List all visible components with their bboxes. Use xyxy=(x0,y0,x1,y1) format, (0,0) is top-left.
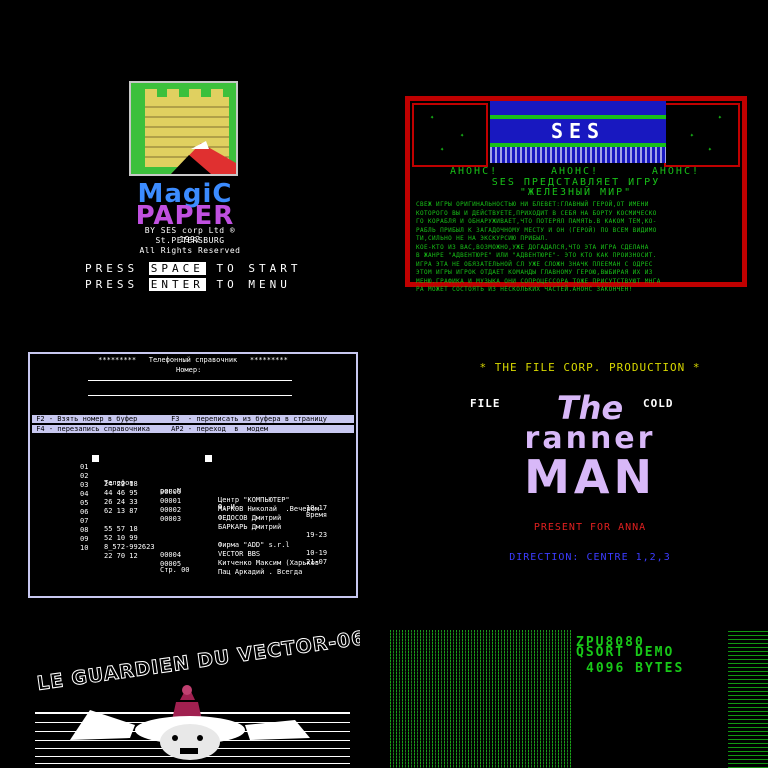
cursor-block xyxy=(92,455,99,462)
ses-title: SES xyxy=(550,119,606,143)
anons-label: АНОНС! xyxy=(651,166,700,177)
table-row[interactable]: 09 8_572-992623 00004 Китченко Максим (Х… xyxy=(80,527,356,567)
right-stars-box xyxy=(664,103,740,167)
start-label: TO START xyxy=(216,262,302,275)
body-line: МЕНЮ.ГРАФИКА И МУЗЫКА ОНИ СОПРОЦЕССОРА Т… xyxy=(416,277,661,285)
body-line: РА МОЖЕТ СОСТОЯТЬ ИЗ НЕСКОЛЬКИХ ЧАСТЕЙ.А… xyxy=(416,286,633,293)
anons-label: АНОНС! xyxy=(550,166,600,177)
star-icon: ✦ xyxy=(430,113,435,121)
size-label: 4096 BYTES xyxy=(586,661,685,676)
sort-visualization-overlay xyxy=(390,630,572,768)
table-row[interactable]: 01 Телефон рег.N Ф. И. Время xyxy=(80,455,356,519)
dragon-icon xyxy=(70,710,310,760)
menu-options[interactable]: PRESS ENTER TO MENU xyxy=(85,278,291,291)
rider-icon xyxy=(172,685,202,720)
table-row[interactable]: 02 24 22 18 00000 Центр "КОМПЬЮТЕР" 10-1… xyxy=(80,464,356,512)
name-cell: VECTOR BBS xyxy=(218,550,261,558)
star-icon: ✦ xyxy=(460,131,465,139)
press-label: PRESS xyxy=(85,262,139,275)
name-cell: Китченко Максим (Харьков xyxy=(218,559,320,567)
ses-banner: SES xyxy=(490,101,666,163)
body-line: В ЖАНРЕ "АДВЕНТЮРЕ" ИЛИ "АДВЕНТЮРЕ"- ЭТО… xyxy=(416,252,657,259)
demo-title: QSORT DEMO xyxy=(576,645,675,660)
castle-wall-artwork xyxy=(129,81,238,176)
anons-label: АНОНС! xyxy=(450,166,499,177)
body-line: РАБЛЬ ПРИБЫЛ К ЗАГАДОЧНОМУ МЕСТУ И ОН (Г… xyxy=(416,226,657,234)
phonebook-title: ********* Телефонный справочник ********… xyxy=(98,356,288,364)
paper-logo: PAPER xyxy=(135,201,235,231)
menu-start[interactable]: PRESS SPACE TO START xyxy=(85,262,301,275)
body-line: КОЕ-КТО ИЗ ВАС,ВОЗМОЖНО,УЖЕ ДОГАДАЛСЯ,ЧТ… xyxy=(416,243,649,251)
enter-key[interactable]: ENTER xyxy=(148,278,206,291)
function-key-bar-1[interactable]: F2 - Взять номер в буфер F3 - переписать… xyxy=(32,415,354,423)
body-line: СВЕЖ ИГРЫ ОРИГИНАЛЬНОСТЬЮ НИ БЛЕВЕТ:ГЛАВ… xyxy=(416,201,649,208)
table-row[interactable]: 10 22 70 12 00005 Пац Аркадий . Всегда xyxy=(80,536,356,576)
logo-man: MAN xyxy=(524,450,656,504)
left-stars-box xyxy=(412,103,488,167)
row-number: 10 xyxy=(80,544,89,552)
guardien-artwork: LE GUARDIEN DU VECTOR-06C xyxy=(35,630,360,764)
star-icon: ✦ xyxy=(689,131,694,139)
phonebook-screen: ********* Телефонный справочник ********… xyxy=(28,352,358,598)
runner-man-screen: * THE FILE CORP. PRODUCTION * FILE COLD … xyxy=(440,355,740,575)
guardien-title: LE GUARDIEN DU VECTOR-06C xyxy=(36,630,360,695)
number-input-line2 xyxy=(88,395,292,396)
table-row[interactable]: 07 55 57 18 Фирма "ADD" s.r.l 10-19 xyxy=(80,509,356,557)
anons-screen: SES ✦ ✦ ✦ ✦ ✦ ✦ АНОНС! АНОНС! АНОНС! SES… xyxy=(405,96,747,293)
function-key-bar-2[interactable]: F4 - перезапись справочника AP2 - перехо… xyxy=(32,425,354,433)
body-line: ИГРА ЭТА НЕ ОБЯЗАТЕЛЬНОЙ СЛ УЖЕ СЛОЖН ЗН… xyxy=(416,260,653,268)
present-text: PRESENT FOR ANNA xyxy=(533,522,647,533)
anons-game-name: "ЖЕЛЕЗНЫЙ МИР" xyxy=(519,187,633,198)
direction-text: DIRECTION: CENTRE 1,2,3 xyxy=(509,552,671,563)
number-input[interactable] xyxy=(88,380,292,381)
body-line: КОТОРОГО ВЫ И ДЕЙСТВУЕТЕ,ПРИХОДИТ В СЕБЯ… xyxy=(416,209,657,217)
time-cell: 10-19 xyxy=(306,549,328,557)
space-key[interactable]: SPACE xyxy=(148,262,206,275)
qsort-demo-screen: ZPU8080 QSORT DEMO 4096 BYTES xyxy=(390,630,768,768)
star-icon: ✦ xyxy=(440,145,445,153)
phone-cell: 22 70 12 xyxy=(104,552,138,560)
table-row[interactable]: 06 xyxy=(80,500,356,516)
table-row[interactable]: 08 52 10 99 VECTOR BBS 21-07 xyxy=(80,518,356,566)
press-label: PRESS xyxy=(85,278,139,291)
table-row[interactable]: 04 26 24 33 00002 ФЕДОСОВ Дмитрий xyxy=(80,482,356,522)
anons-body: СВЕЖ ИГРЫ ОРИГИНАЛЬНОСТЬЮ НИ БЛЕВЕТ:ГЛАВ… xyxy=(416,201,738,295)
table-row[interactable]: 03 44 46 95 00001 МАРКОВ Николай .Вечеро… xyxy=(80,473,356,513)
star-icon: ✦ xyxy=(717,113,722,121)
menu-label: TO MENU xyxy=(216,278,291,291)
phone-table: 01 Телефон рег.N Ф. И. Время 02 24 22 18… xyxy=(80,455,356,576)
logo-the: The xyxy=(556,389,624,427)
name-cell: Пац Аркадий . Всегда xyxy=(218,568,303,576)
number-label: Номер: xyxy=(176,366,202,374)
body-line: ТИ,СИЛЬНО НЕ НА ЭКСКУРСИЮ ПРИБЫЛ. xyxy=(416,235,549,242)
sort-bars-right xyxy=(728,630,768,768)
star-icon: ✦ xyxy=(707,145,712,153)
body-line: ЭТОМ ИГРЫ ИГРОК ОТДАЕТ КОМАНДЫ ГЛАВНОМУ … xyxy=(416,269,653,276)
cursor-block xyxy=(205,455,212,462)
table-row[interactable]: 05 62 13 87 00003 БАРКАРЬ Дмитрий 19-23 xyxy=(80,491,356,539)
anons-header: АНОНС! АНОНС! АНОНС! xyxy=(450,167,700,177)
body-line: ГО КОРАБЛЯ И ОБНАРУЖИВАЕТ,ЧТО ПОТЕРЯЛ ПА… xyxy=(416,218,657,225)
production-credit: * THE FILE CORP. PRODUCTION * xyxy=(479,361,701,374)
magic-paper-screen: MagiC PAPER BY SES corp Ltd ® 1992 St.PE… xyxy=(60,70,340,300)
castle-wall-image xyxy=(131,83,236,174)
reg-cell: 00004 xyxy=(160,551,182,559)
page-number: Стр. 00 xyxy=(160,566,190,574)
rights-text: All Rights Reserved xyxy=(139,246,241,255)
city-text: St.PETERSBURG xyxy=(155,236,225,245)
guardien-screen: LE GUARDIEN DU VECTOR-06C xyxy=(30,630,360,768)
